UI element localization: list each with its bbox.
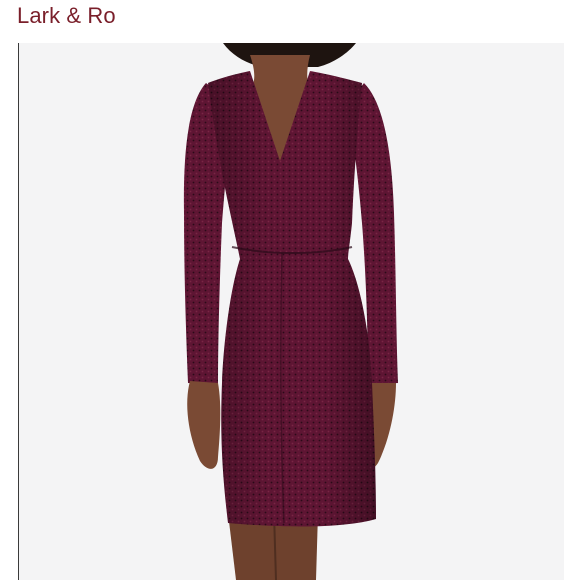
brand-name[interactable]: Lark & Ro — [17, 2, 116, 30]
left-hand — [187, 381, 221, 469]
product-photo[interactable] — [18, 43, 564, 580]
listing-page: Lark & Ro — [0, 0, 580, 580]
divider — [18, 43, 19, 580]
dress-illustration — [183, 43, 398, 580]
